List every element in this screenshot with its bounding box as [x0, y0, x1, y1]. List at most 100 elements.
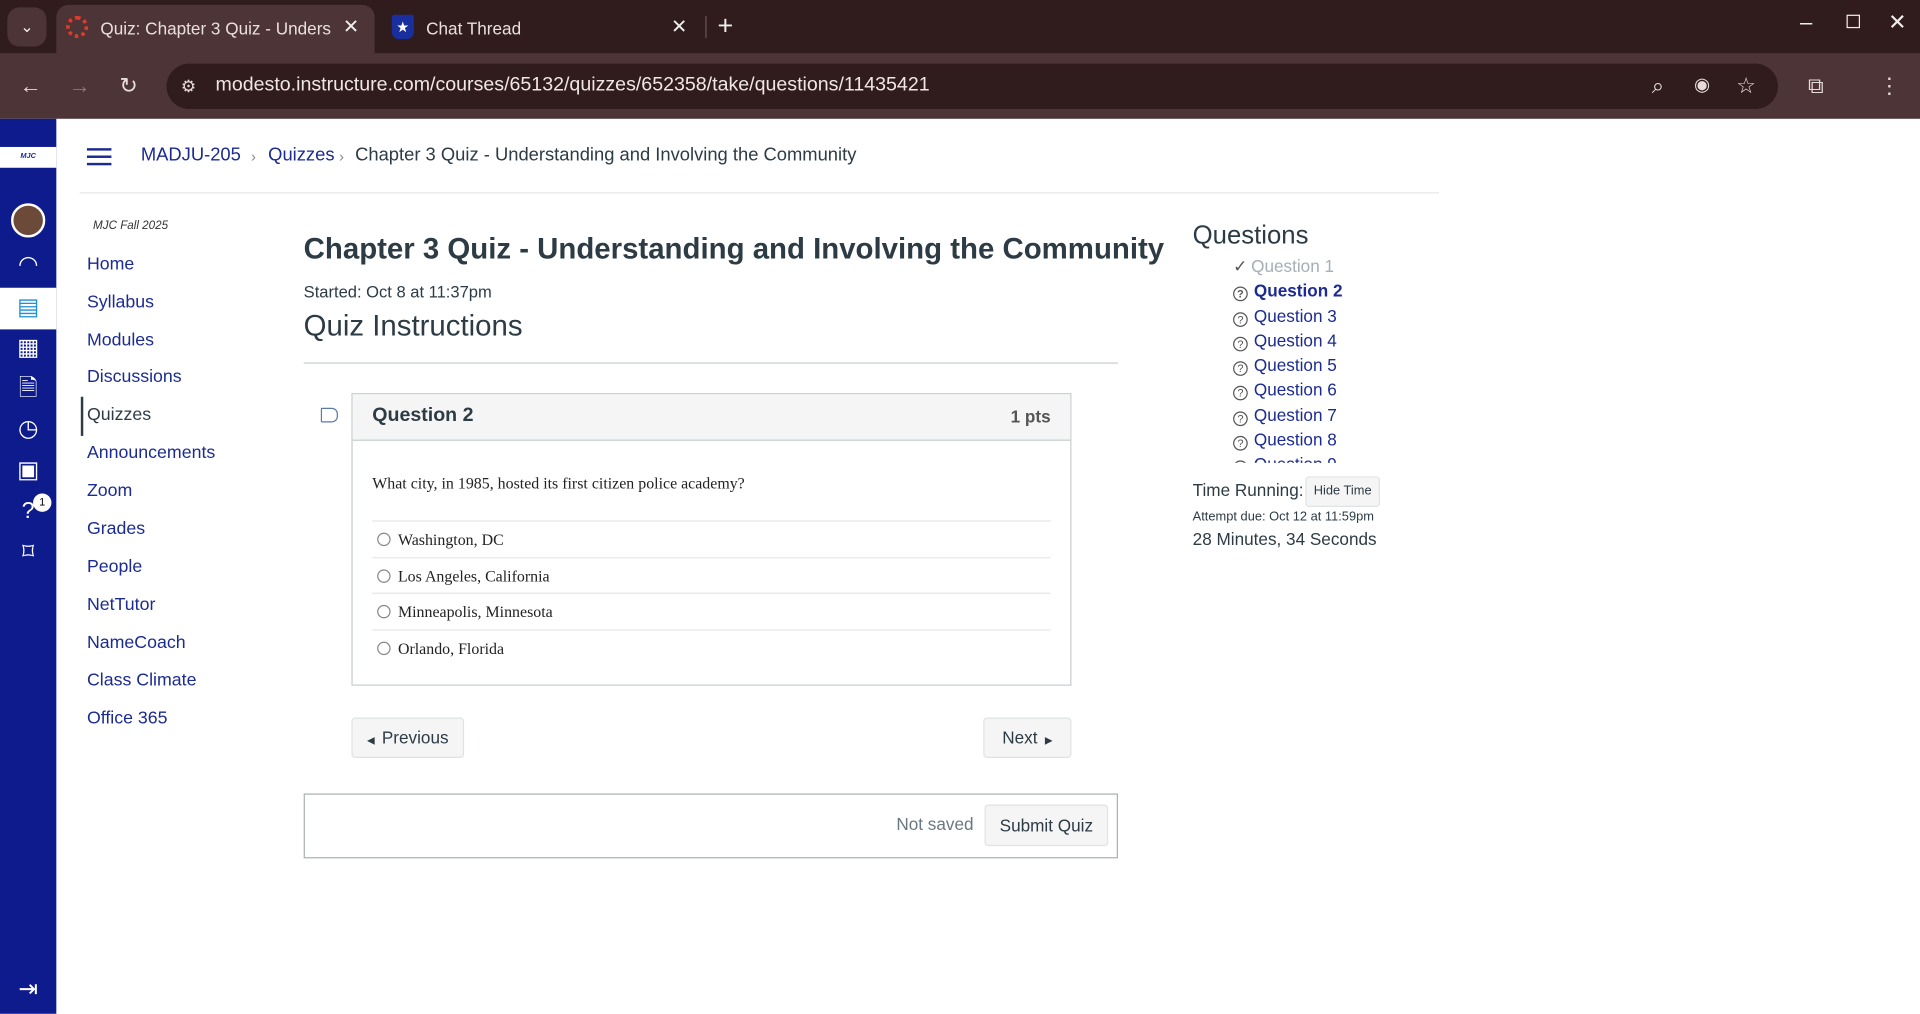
question-link-label: Question 7 [1253, 405, 1337, 425]
caret-left-icon: ◀ [366, 734, 375, 746]
course-nav-modules[interactable]: Modules [87, 331, 154, 351]
question-link-2[interactable]: ? Question 2 [1233, 280, 1343, 302]
breadcrumb-separator-icon: › [339, 148, 345, 166]
course-nav-home[interactable]: Home [87, 255, 134, 275]
breadcrumb-course[interactable]: MADJU-205 [141, 144, 241, 165]
course-nav-syllabus[interactable]: Syllabus [87, 293, 154, 313]
answer-option[interactable]: Minneapolis, Minnesota [372, 592, 1051, 629]
close-tab-icon[interactable]: ✕ [671, 15, 687, 39]
inbox-icon[interactable]: 🗎 [11, 372, 45, 406]
term-label: MJC Fall 2025 [93, 219, 169, 233]
question-header: Question 2 1 pts [352, 394, 1071, 441]
back-icon[interactable]: ← [16, 71, 45, 100]
question-label: Question 2 [372, 405, 474, 427]
unanswered-icon: ? [1233, 385, 1248, 401]
answer-label: Washington, DC [397, 530, 504, 549]
course-nav-zoom[interactable]: Zoom [87, 481, 132, 501]
address-bar[interactable]: ⚙ modesto.instructure.com/courses/65132/… [166, 63, 1778, 109]
site-settings-icon[interactable]: ⚙ [174, 71, 203, 100]
question-link-7[interactable]: ? Question 7 [1233, 405, 1337, 427]
close-tab-icon[interactable]: ✕ [343, 15, 359, 39]
dashboard-icon[interactable]: ◠ [11, 249, 45, 283]
hamburger-menu-icon[interactable] [86, 148, 112, 166]
question-link-4[interactable]: ? Question 4 [1233, 331, 1337, 352]
answer-option[interactable]: Los Angeles, California [372, 556, 1051, 593]
question-link-label: Question 5 [1253, 355, 1337, 375]
question-link-6[interactable]: ? Question 6 [1233, 380, 1337, 401]
restore-icon[interactable] [1846, 14, 1861, 29]
reload-icon[interactable]: ↻ [114, 71, 143, 100]
question-link-label: Question 9 [1254, 454, 1337, 463]
breadcrumb-quizzes[interactable]: Quizzes [268, 144, 334, 165]
course-nav-grades[interactable]: Grades [87, 519, 145, 539]
new-tab-icon[interactable]: + [718, 10, 734, 42]
attempt-due: Attempt due: Oct 12 at 11:59pm [1192, 509, 1374, 525]
flag-question-icon[interactable] [320, 407, 338, 423]
tab-chat-thread[interactable]: ★ Chat Thread ✕ [382, 5, 703, 52]
previous-button[interactable]: ◀ Previous [351, 717, 465, 758]
canvas-favicon-icon [66, 15, 89, 38]
question-link-1[interactable]: ✓ Question 1 [1233, 256, 1334, 277]
radio-button[interactable] [377, 532, 391, 547]
eye-off-icon[interactable]: ◉ [1687, 71, 1716, 100]
star-favicon-icon: ★ [391, 14, 414, 40]
submit-quiz-button[interactable]: Submit Quiz [984, 804, 1109, 847]
question-link-label: Question 4 [1253, 330, 1337, 351]
collapse-nav-icon[interactable]: ⇥ [11, 973, 45, 1007]
studio-icon[interactable]: ▣ [11, 454, 45, 488]
course-nav-announcements[interactable]: Announcements [87, 443, 215, 463]
history-clock-icon[interactable]: ◷ [11, 413, 45, 447]
answer-label: Orlando, Florida [397, 638, 505, 657]
tab-title: Quiz: Chapter 3 Quiz - Understanding and… [100, 18, 331, 38]
question-link-8[interactable]: ? Question 8 [1233, 430, 1337, 451]
courses-icon: ▤ [17, 295, 40, 321]
next-label: Next [1002, 727, 1038, 747]
header-divider [79, 192, 1439, 194]
radio-button[interactable] [377, 568, 391, 583]
course-nav-nettutor[interactable]: NetTutor [87, 595, 155, 615]
answer-label: Los Angeles, California [397, 566, 550, 585]
close-window-icon[interactable]: ✕ [1888, 10, 1906, 36]
previous-label: Previous [381, 727, 449, 747]
radio-button[interactable] [377, 641, 391, 655]
menu-icon[interactable]: ⋮ [1875, 71, 1904, 100]
radio-button[interactable] [377, 604, 391, 619]
url-text[interactable]: modesto.instructure.com/courses/65132/qu… [216, 75, 930, 97]
course-nav-class-climate[interactable]: Class Climate [87, 671, 197, 691]
unanswered-icon: ? [1233, 435, 1248, 451]
instructions-divider [303, 362, 1118, 364]
courses-nav-active[interactable]: ▤ [0, 287, 57, 330]
question-link-3[interactable]: ? Question 3 [1233, 306, 1337, 327]
calendar-icon[interactable]: ▦ [11, 332, 45, 366]
question-link-label: Question 2 [1253, 280, 1343, 301]
minimize-icon[interactable]: – [1800, 10, 1812, 36]
forward-icon[interactable]: → [65, 71, 94, 100]
zoom-icon[interactable]: ⌕ [1643, 71, 1672, 100]
hide-time-button[interactable]: Hide Time [1305, 476, 1381, 507]
question-link-5[interactable]: ? Question 5 [1233, 355, 1337, 376]
bookmark-star-icon[interactable]: ☆ [1731, 71, 1760, 100]
course-nav-people[interactable]: People [87, 557, 142, 577]
question-link-9[interactable]: ? Question 9 [1233, 454, 1337, 463]
answer-option[interactable]: Orlando, Florida [372, 628, 1051, 665]
course-nav-quizzes[interactable]: Quizzes [87, 405, 151, 425]
question-card: Question 2 1 pts What city, in 1985, hos… [351, 393, 1072, 686]
unanswered-icon: ? [1233, 460, 1248, 463]
next-button[interactable]: Next ▶ [983, 717, 1072, 758]
unanswered-icon: ? [1233, 286, 1248, 302]
answer-option[interactable]: Washington, DC [372, 520, 1051, 556]
question-link-label: Question 1 [1251, 255, 1335, 276]
course-nav-office-365[interactable]: Office 365 [87, 709, 168, 729]
started-time: Started: Oct 8 at 11:37pm [303, 282, 492, 302]
tab-quiz[interactable]: Quiz: Chapter 3 Quiz - Understanding and… [56, 4, 375, 57]
avatar[interactable] [11, 203, 46, 238]
check-icon: ✓ [1233, 255, 1248, 276]
global-nav: MJC ◠ ▤ ▦ 🗎 ◷ ▣ ? 1 ⌑ ⇥ [0, 118, 57, 1014]
tab-search-button[interactable]: ⌄ [7, 7, 47, 47]
extensions-icon[interactable]: ⧉ [1801, 71, 1830, 100]
unanswered-icon: ? [1233, 361, 1248, 376]
course-nav-discussions[interactable]: Discussions [87, 367, 182, 387]
question-link-label: Question 6 [1253, 379, 1337, 400]
feedback-icon[interactable]: ⌑ [11, 536, 45, 570]
course-nav-namecoach[interactable]: NameCoach [87, 633, 186, 653]
